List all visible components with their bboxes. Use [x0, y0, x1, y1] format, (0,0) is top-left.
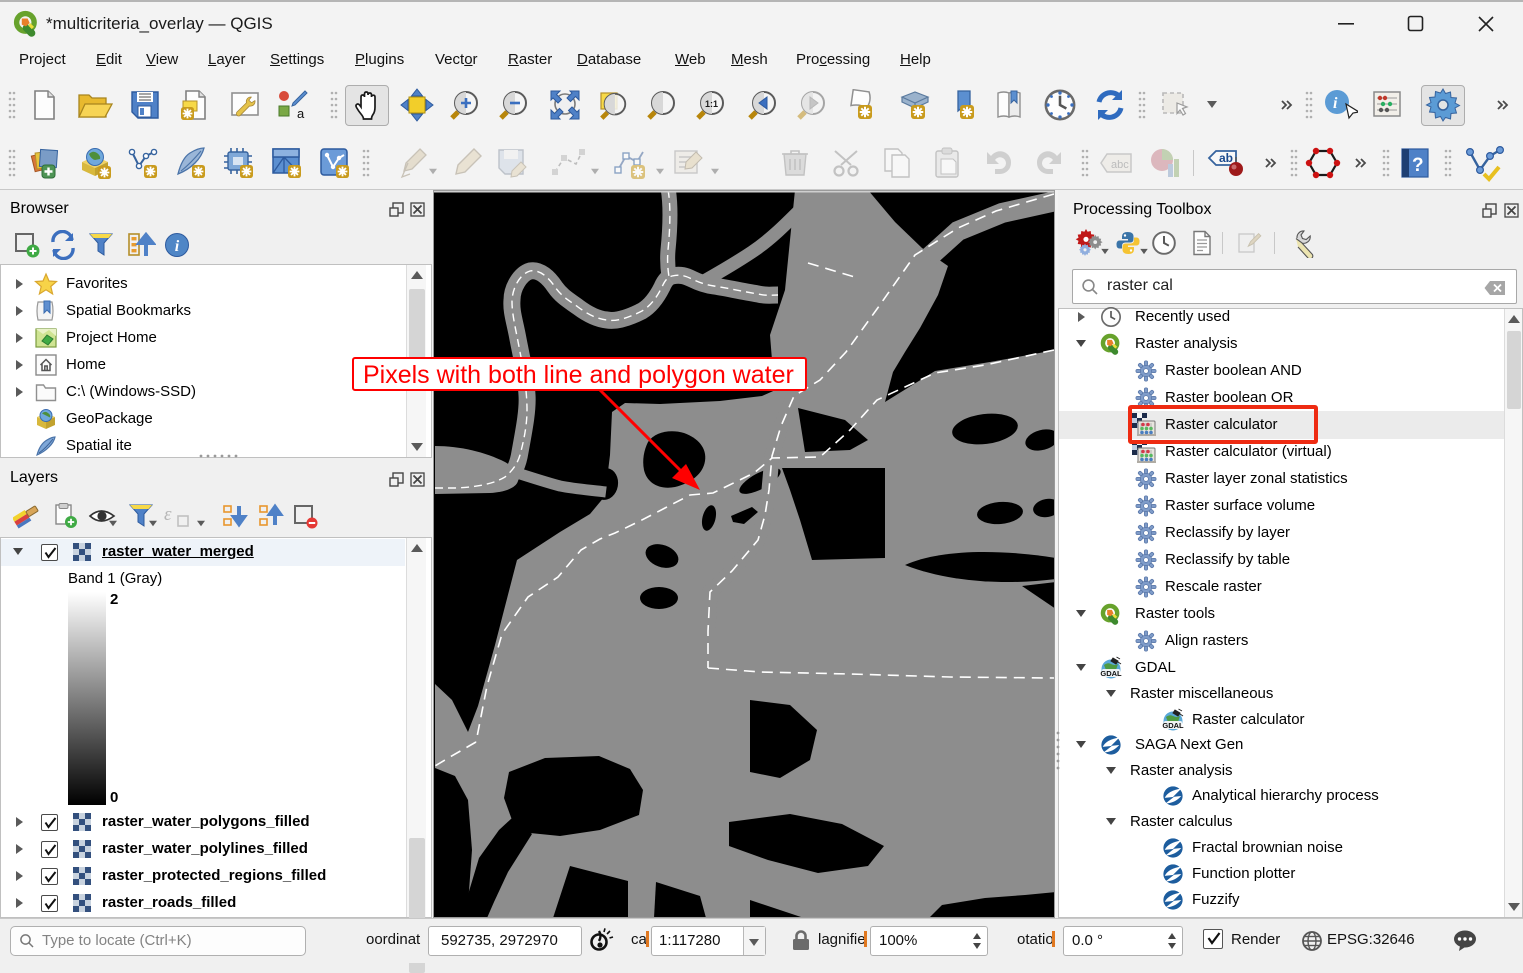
svg-text:abc: abc	[1111, 159, 1129, 171]
svg-text:ab: ab	[1219, 151, 1233, 165]
svg-text:i: i	[175, 238, 180, 255]
svg-text:a: a	[297, 106, 305, 121]
svg-text:?: ?	[1412, 155, 1424, 176]
svg-text:1:1: 1:1	[705, 99, 718, 109]
svg-text:i: i	[1333, 95, 1338, 112]
